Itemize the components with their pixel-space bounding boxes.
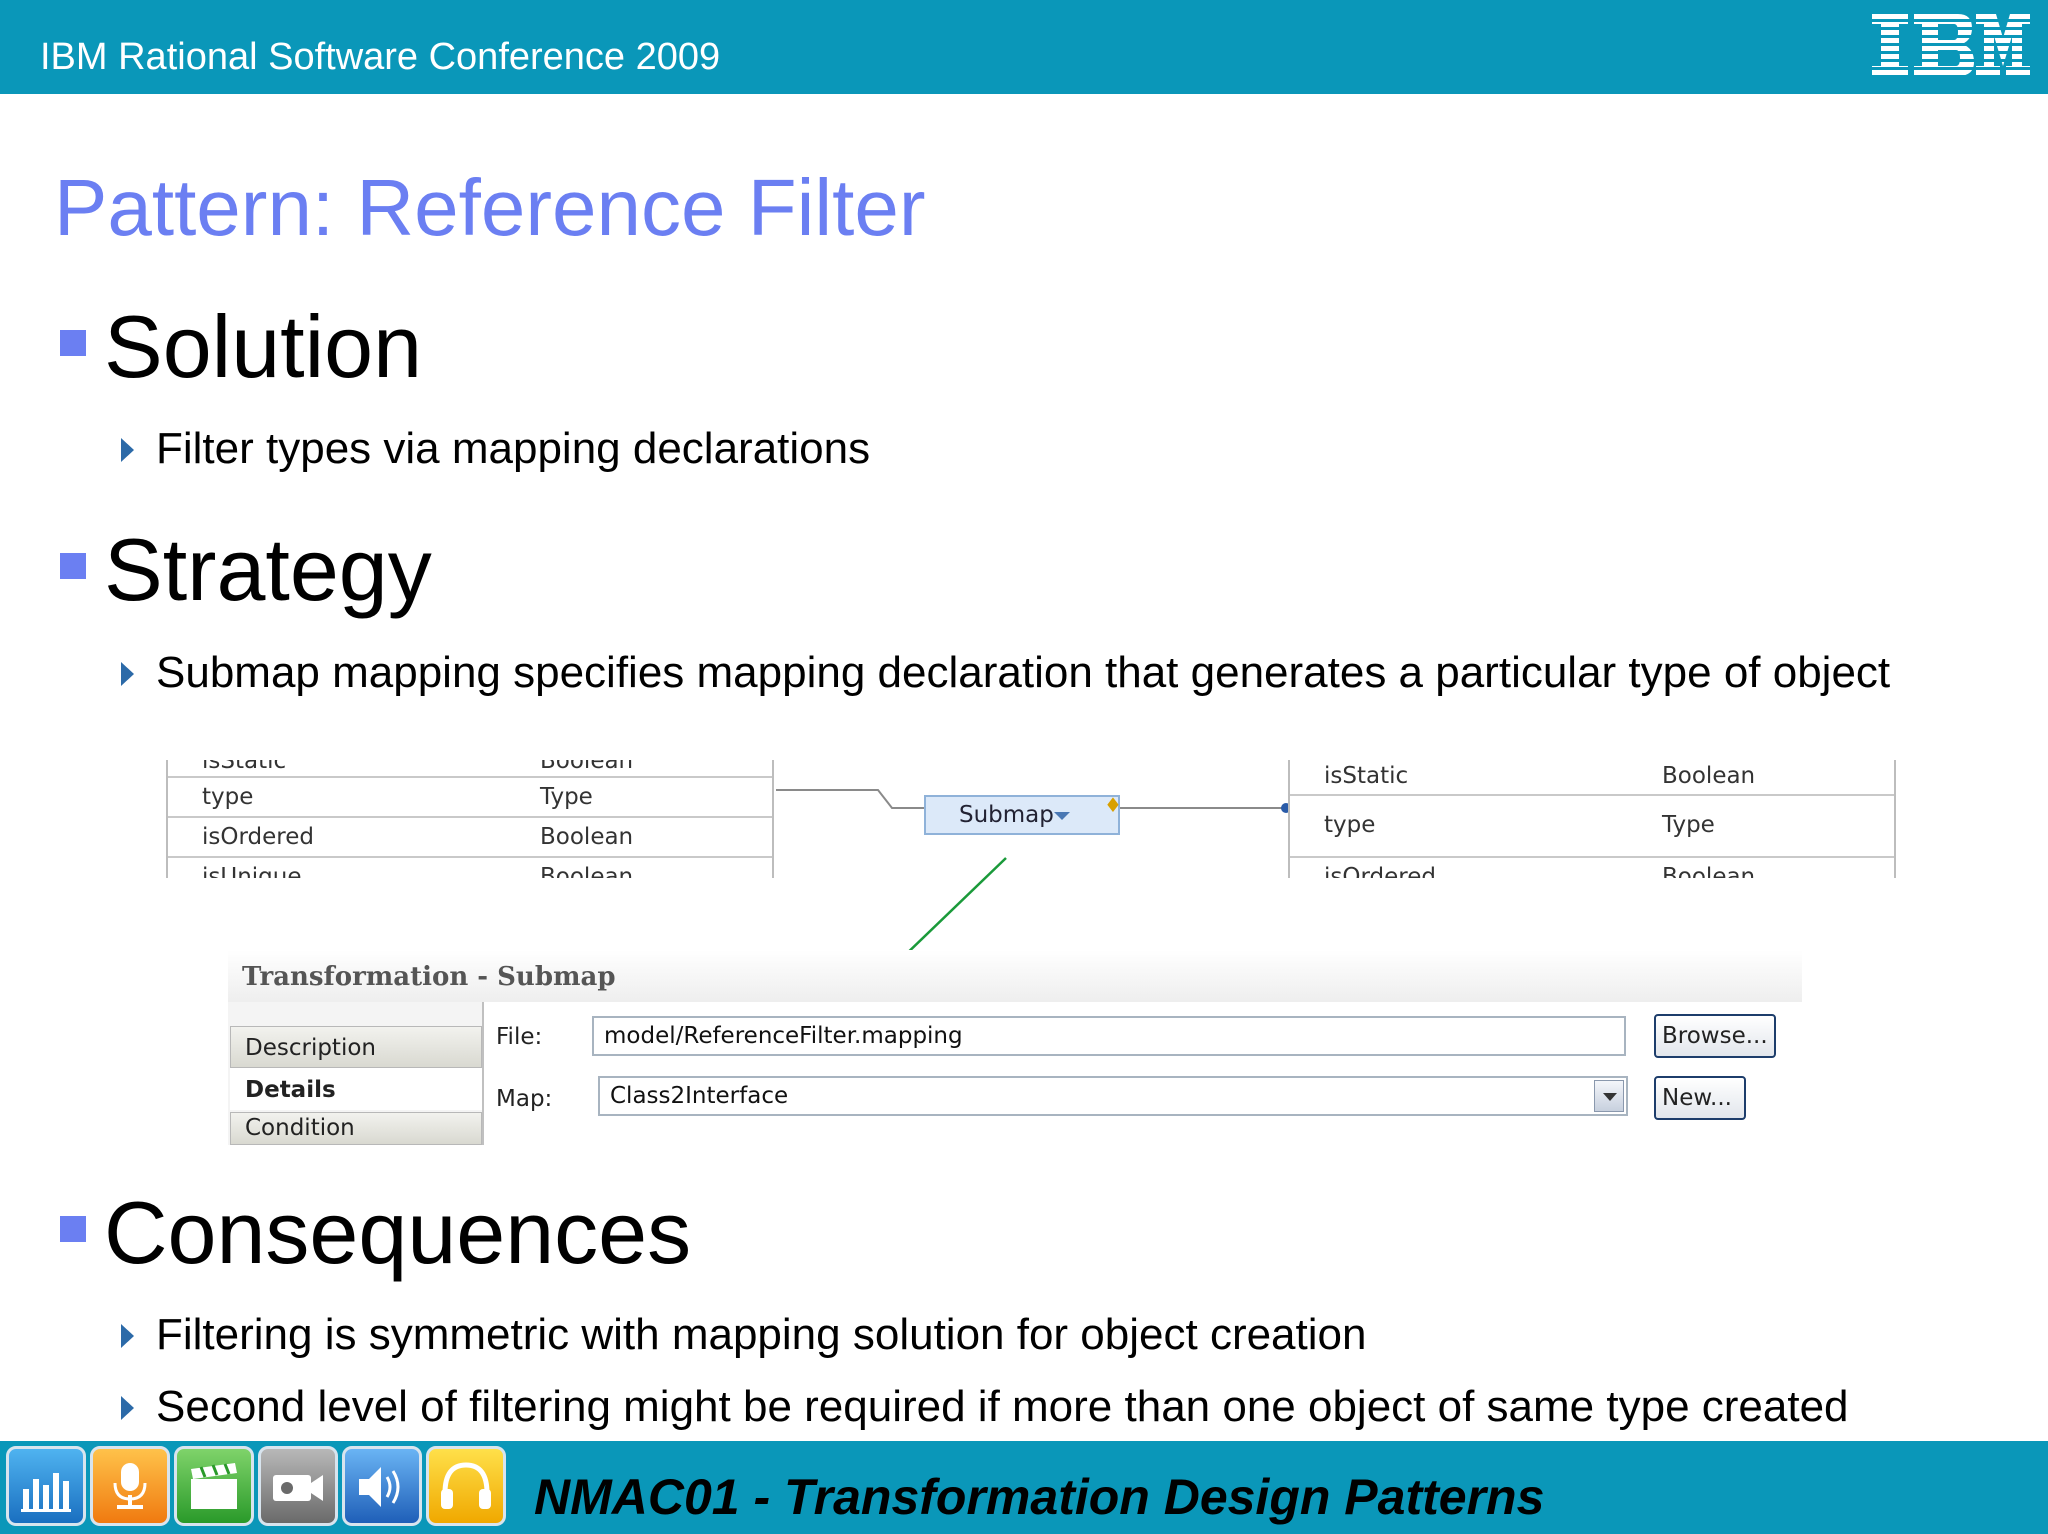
- sub-bullet-arrow: [121, 662, 134, 686]
- conference-name: IBM Rational Software Conference 2009: [40, 36, 721, 78]
- tab-label: Condition: [245, 1115, 355, 1141]
- submap-label: Submap: [959, 802, 1054, 828]
- map-label: Map:: [496, 1086, 553, 1112]
- consequence-point: Second level of filtering might be requi…: [156, 1382, 1849, 1431]
- table-row[interactable]: isStatic Boolean: [168, 760, 772, 778]
- new-button[interactable]: New...: [1654, 1076, 1746, 1120]
- tab-label: Details: [245, 1077, 336, 1103]
- table-row[interactable]: type Type: [1290, 796, 1894, 858]
- sub-bullet-arrow: [121, 1324, 134, 1348]
- browse-button[interactable]: Browse...: [1654, 1014, 1776, 1058]
- slide-title: Pattern: Reference Filter: [54, 163, 926, 252]
- heading-solution: Solution: [104, 297, 423, 396]
- ibm-logo: [1872, 14, 2030, 75]
- attribute-name: isOrdered: [202, 824, 314, 850]
- attribute-name: isStatic: [1324, 763, 1409, 789]
- file-field[interactable]: model/ReferenceFilter.mapping: [592, 1016, 1626, 1056]
- microphone-icon[interactable]: [90, 1446, 170, 1526]
- tab-condition[interactable]: Condition: [230, 1112, 482, 1145]
- attribute-name: isStatic: [202, 760, 287, 774]
- consequence-point: Filtering is symmetric with mapping solu…: [156, 1310, 1367, 1359]
- solution-point: Filter types via mapping declarations: [156, 424, 871, 473]
- map-value: Class2Interface: [610, 1083, 789, 1109]
- table-row[interactable]: type Type: [168, 778, 772, 818]
- heading-strategy: Strategy: [104, 520, 432, 619]
- table-row[interactable]: isOrdered Boolean: [1290, 858, 1894, 878]
- chart-icon[interactable]: [6, 1446, 86, 1526]
- tab-description[interactable]: Description: [230, 1026, 482, 1068]
- new-label: New...: [1662, 1085, 1732, 1111]
- header-bar: IBM Rational Software Conference 2009: [0, 0, 2048, 94]
- properties-panel: Transformation - Submap Description Deta…: [228, 950, 1802, 1145]
- heading-consequences: Consequences: [104, 1183, 692, 1282]
- headphones-icon[interactable]: [426, 1446, 506, 1526]
- attribute-type: Boolean: [540, 864, 634, 878]
- heading-bullet: [60, 553, 86, 579]
- table-row[interactable]: isUnique Boolean: [168, 858, 772, 878]
- attribute-name: isOrdered: [1324, 864, 1436, 878]
- strategy-point: Submap mapping specifies mapping declara…: [156, 648, 1891, 697]
- heading-bullet: [60, 330, 86, 356]
- tab-divider: [482, 1002, 484, 1145]
- attribute-type: Type: [1662, 812, 1715, 838]
- source-attribute-table: isStatic Boolean type Type isOrdered Boo…: [166, 760, 774, 878]
- speaker-icon[interactable]: [342, 1446, 422, 1526]
- tab-details[interactable]: Details: [230, 1068, 482, 1110]
- sub-bullet-arrow: [121, 1396, 134, 1420]
- attribute-type: Boolean: [540, 824, 634, 850]
- attribute-name: isUnique: [202, 864, 302, 878]
- file-label: File:: [496, 1024, 543, 1050]
- attribute-name: type: [1324, 812, 1376, 838]
- submap-node[interactable]: Submap ♦: [924, 793, 1122, 835]
- file-value: model/ReferenceFilter.mapping: [604, 1023, 963, 1049]
- attribute-type: Boolean: [1662, 864, 1756, 878]
- panel-title: Transformation - Submap: [242, 962, 616, 992]
- tab-label: Description: [245, 1035, 376, 1061]
- map-select[interactable]: Class2Interface: [598, 1076, 1628, 1116]
- footer-title: NMAC01 - Transformation Design Patterns: [534, 1469, 1545, 1525]
- clapperboard-icon[interactable]: [174, 1446, 254, 1526]
- chevron-down-icon[interactable]: [1594, 1080, 1624, 1112]
- target-attribute-table: isStatic Boolean type Type isOrdered Boo…: [1288, 760, 1896, 878]
- sub-bullet-arrow: [121, 438, 134, 462]
- camera-icon[interactable]: [258, 1446, 338, 1526]
- browse-label: Browse...: [1662, 1023, 1768, 1049]
- submap-decorator-icon: ♦: [1104, 793, 1122, 817]
- attribute-name: type: [202, 784, 254, 810]
- table-row[interactable]: isStatic Boolean: [1290, 760, 1894, 796]
- chevron-down-icon[interactable]: [1054, 812, 1070, 820]
- panel-header: Transformation - Submap: [228, 950, 1802, 1002]
- heading-bullet: [60, 1216, 86, 1242]
- attribute-type: Boolean: [1662, 763, 1756, 789]
- attribute-type: Boolean: [540, 760, 634, 774]
- table-row[interactable]: isOrdered Boolean: [168, 818, 772, 858]
- attribute-type: Type: [540, 784, 593, 810]
